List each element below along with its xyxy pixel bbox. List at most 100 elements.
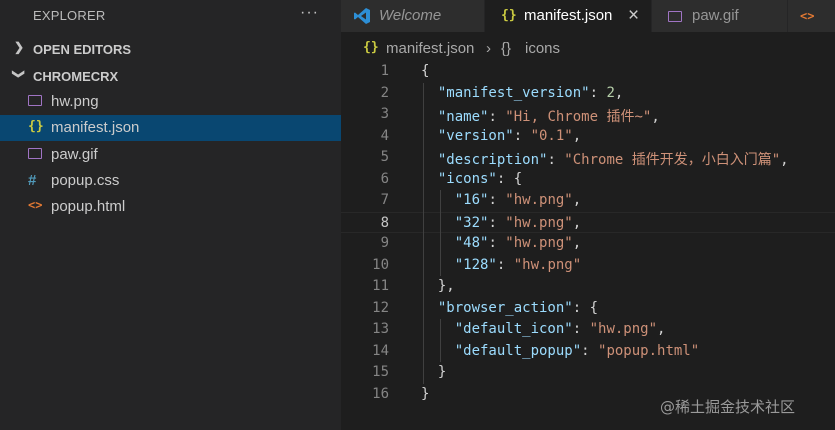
code-token: "hw.png"	[513, 256, 582, 273]
code-token: :	[488, 109, 506, 125]
tab-html[interactable]: <>	[788, 0, 835, 32]
code-token: ,	[657, 321, 666, 337]
code-token: :	[496, 256, 514, 273]
code-token: "browser_action"	[437, 299, 573, 316]
code-token: "128"	[454, 256, 497, 273]
folder-section[interactable]: ❯ CHROMECRX	[0, 64, 341, 88]
code-token: }	[421, 385, 430, 402]
code-line[interactable]: 10 "128": "hw.png"	[341, 255, 835, 276]
line-number: 11	[372, 278, 389, 294]
file-name: hw.png	[51, 93, 99, 110]
code-line[interactable]: 9 "48": "hw.png",	[341, 233, 835, 254]
code-token: "hw.png"	[505, 192, 573, 208]
line-number: 6	[380, 170, 389, 187]
tab-welcome[interactable]: Welcome	[341, 0, 484, 32]
code-token: :	[488, 192, 506, 208]
code-token: "48"	[454, 235, 489, 251]
file-item-popup-html[interactable]: <> popup.html	[0, 194, 341, 220]
code-line[interactable]: 12 "browser_action": {	[341, 298, 835, 319]
code-line[interactable]: 2 "manifest_version": 2,	[341, 83, 835, 104]
code-text: "16": "hw.png",	[421, 192, 581, 208]
code-line[interactable]: 15 }	[341, 362, 835, 383]
indent-guide	[440, 190, 441, 276]
code-token: "hw.png"	[589, 321, 658, 337]
line-number: 15	[372, 364, 389, 380]
breadcrumb-file[interactable]: manifest.json	[386, 40, 474, 57]
file-item-manifest-json[interactable]: {} manifest.json	[0, 115, 341, 141]
code-token: :	[547, 152, 565, 168]
code-text: "icons": {	[421, 171, 522, 187]
tab-label: paw.gif	[692, 7, 739, 24]
code-token: {	[421, 63, 430, 79]
braces-icon: {}	[501, 40, 512, 57]
file-item-popup-css[interactable]: # popup.css	[0, 168, 341, 194]
code-token: "16"	[454, 192, 489, 208]
indent-guide	[423, 82, 424, 384]
breadcrumb-symbol[interactable]: icons	[525, 40, 560, 57]
html-icon: <>	[800, 9, 815, 23]
code-line[interactable]: 14 "default_popup": "popup.html"	[341, 341, 835, 362]
code-text: "description": "Chrome 插件开发，小白入门篇",	[421, 149, 789, 169]
code-line[interactable]: 4 "version": "0.1",	[341, 126, 835, 147]
line-number: 3	[380, 106, 389, 122]
code-text: "48": "hw.png",	[421, 235, 581, 251]
code-line[interactable]: 13 "default_icon": "hw.png",	[341, 319, 835, 340]
indent-guide	[440, 319, 441, 362]
open-editors-section[interactable]: ❯ OPEN EDITORS	[0, 37, 341, 61]
code-token: "manifest_version"	[437, 84, 590, 101]
code-token: ,	[780, 152, 789, 168]
line-number: 1	[380, 63, 389, 79]
code-token: :	[513, 127, 531, 144]
code-editor[interactable]: 1{2 "manifest_version": 2, 3 "name": "Hi,…	[341, 60, 835, 430]
line-number: 12	[372, 299, 389, 316]
code-token: :	[572, 321, 590, 337]
code-token: :	[488, 235, 506, 251]
file-item-paw-gif[interactable]: paw.gif	[0, 142, 341, 168]
line-number: 16	[372, 385, 389, 402]
code-token: ,	[572, 214, 582, 231]
code-line[interactable]: 6 "icons": {	[341, 169, 835, 190]
explorer-title: EXPLORER	[33, 8, 106, 23]
vscode-icon	[354, 8, 370, 24]
line-number: 5	[380, 149, 389, 165]
code-text: },	[421, 278, 455, 294]
code-text: "browser_action": {	[421, 300, 598, 316]
line-number: 10	[372, 256, 389, 273]
code-line[interactable]: 7 "16": "hw.png",	[341, 190, 835, 211]
file-name: paw.gif	[51, 146, 98, 163]
close-icon[interactable]: ×	[628, 5, 639, 27]
line-number: 13	[372, 321, 389, 337]
tab-manifest-json[interactable]: {} manifest.json ×	[485, 0, 651, 32]
image-icon	[668, 9, 682, 22]
code-line[interactable]: 11 },	[341, 276, 835, 297]
code-line[interactable]: 5 "description": "Chrome 插件开发，小白入门篇",	[341, 147, 835, 168]
file-item-hw-png[interactable]: hw.png	[0, 89, 341, 115]
image-icon	[28, 146, 44, 162]
explorer-sidebar: EXPLORER ··· ❯ OPEN EDITORS ❯ CHROMECRX …	[0, 0, 341, 430]
code-token: "hw.png"	[505, 214, 573, 231]
line-number: 9	[380, 235, 389, 251]
code-line[interactable]: 8 "32": "hw.png",	[341, 211, 835, 233]
tab-label: Welcome	[379, 7, 442, 24]
code-token: : {	[572, 299, 599, 316]
code-token: ,	[614, 84, 624, 101]
code-line[interactable]: 1{	[341, 61, 835, 82]
code-token: "Chrome 插件开发，小白入门篇"	[564, 152, 781, 168]
code-token: ,	[572, 192, 582, 208]
code-text: "version": "0.1",	[421, 128, 581, 144]
folder-label: CHROMECRX	[33, 69, 119, 84]
chevron-right-icon: ❯	[14, 40, 25, 54]
json-icon: {}	[501, 8, 517, 23]
code-token: ,	[651, 109, 660, 125]
code-line[interactable]: 3 "name": "Hi, Chrome 插件~",	[341, 104, 835, 125]
more-actions-icon[interactable]: ···	[300, 4, 319, 22]
code-token: :	[589, 84, 607, 101]
tab-paw-gif[interactable]: paw.gif	[652, 0, 787, 32]
code-token: "popup.html"	[598, 342, 700, 359]
code-token: "hw.png"	[505, 235, 573, 251]
json-icon: {}	[28, 119, 44, 134]
code-token: "version"	[437, 127, 514, 144]
